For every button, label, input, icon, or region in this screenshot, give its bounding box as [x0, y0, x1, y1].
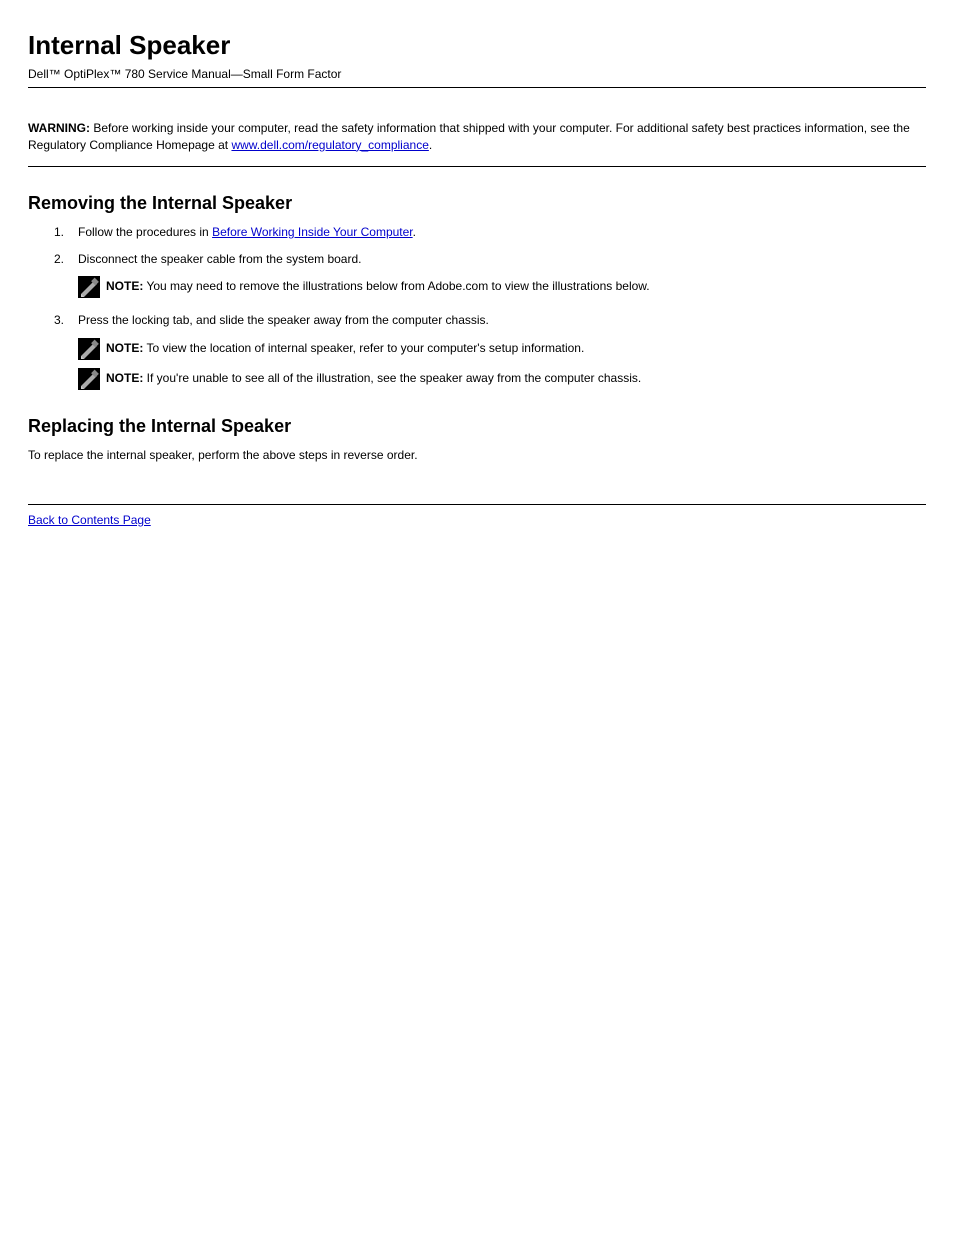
steps-list-continued: 3. Press the locking tab, and slide the …	[28, 312, 926, 329]
page-subtitle: Dell™ OptiPlex™ 780 Service Manual—Small…	[28, 67, 926, 81]
replacing-heading: Replacing the Internal Speaker	[28, 416, 926, 437]
divider	[28, 166, 926, 167]
steps-list: 1. Follow the procedures in Before Worki…	[28, 224, 926, 269]
note-icon	[78, 368, 100, 390]
step-item: 3. Press the locking tab, and slide the …	[28, 312, 926, 329]
note-label: NOTE:	[106, 279, 143, 293]
note-text: To view the location of internal speaker…	[143, 341, 584, 355]
step-text: Disconnect the speaker cable from the sy…	[78, 251, 926, 268]
before-working-link[interactable]: Before Working Inside Your Computer	[212, 225, 413, 239]
note-text: If you're unable to see all of the illus…	[143, 371, 641, 385]
page-title: Internal Speaker	[28, 30, 926, 61]
note-label: NOTE:	[106, 341, 143, 355]
step-number: 2.	[54, 251, 78, 268]
note-icon	[78, 276, 100, 298]
step-item: 2. Disconnect the speaker cable from the…	[28, 251, 926, 268]
note-label: NOTE:	[106, 371, 143, 385]
note-icon	[78, 338, 100, 360]
note-row: NOTE: You may need to remove the illustr…	[28, 278, 926, 298]
warning-tail: .	[429, 138, 432, 152]
step-text: Follow the procedures in	[78, 225, 212, 239]
replacing-text: To replace the internal speaker, perform…	[28, 447, 926, 464]
step-number: 1.	[54, 224, 78, 241]
note-row: NOTE: To view the location of internal s…	[28, 340, 926, 360]
divider	[28, 87, 926, 88]
divider	[28, 504, 926, 505]
warning-text: Before working inside your computer, rea…	[28, 121, 910, 152]
note-text: You may need to remove the illustrations…	[143, 279, 649, 293]
step-number: 3.	[54, 312, 78, 329]
warning-label: WARNING:	[28, 121, 90, 135]
removing-heading: Removing the Internal Speaker	[28, 193, 926, 214]
warning-block: WARNING: Before working inside your comp…	[28, 120, 926, 154]
step-text: Press the locking tab, and slide the spe…	[78, 312, 926, 329]
step-item: 1. Follow the procedures in Before Worki…	[28, 224, 926, 241]
step-text-tail: .	[413, 225, 416, 239]
regulatory-link[interactable]: www.dell.com/regulatory_compliance	[231, 138, 428, 152]
back-to-contents-link[interactable]: Back to Contents Page	[28, 513, 151, 527]
note-row: NOTE: If you're unable to see all of the…	[28, 370, 926, 390]
